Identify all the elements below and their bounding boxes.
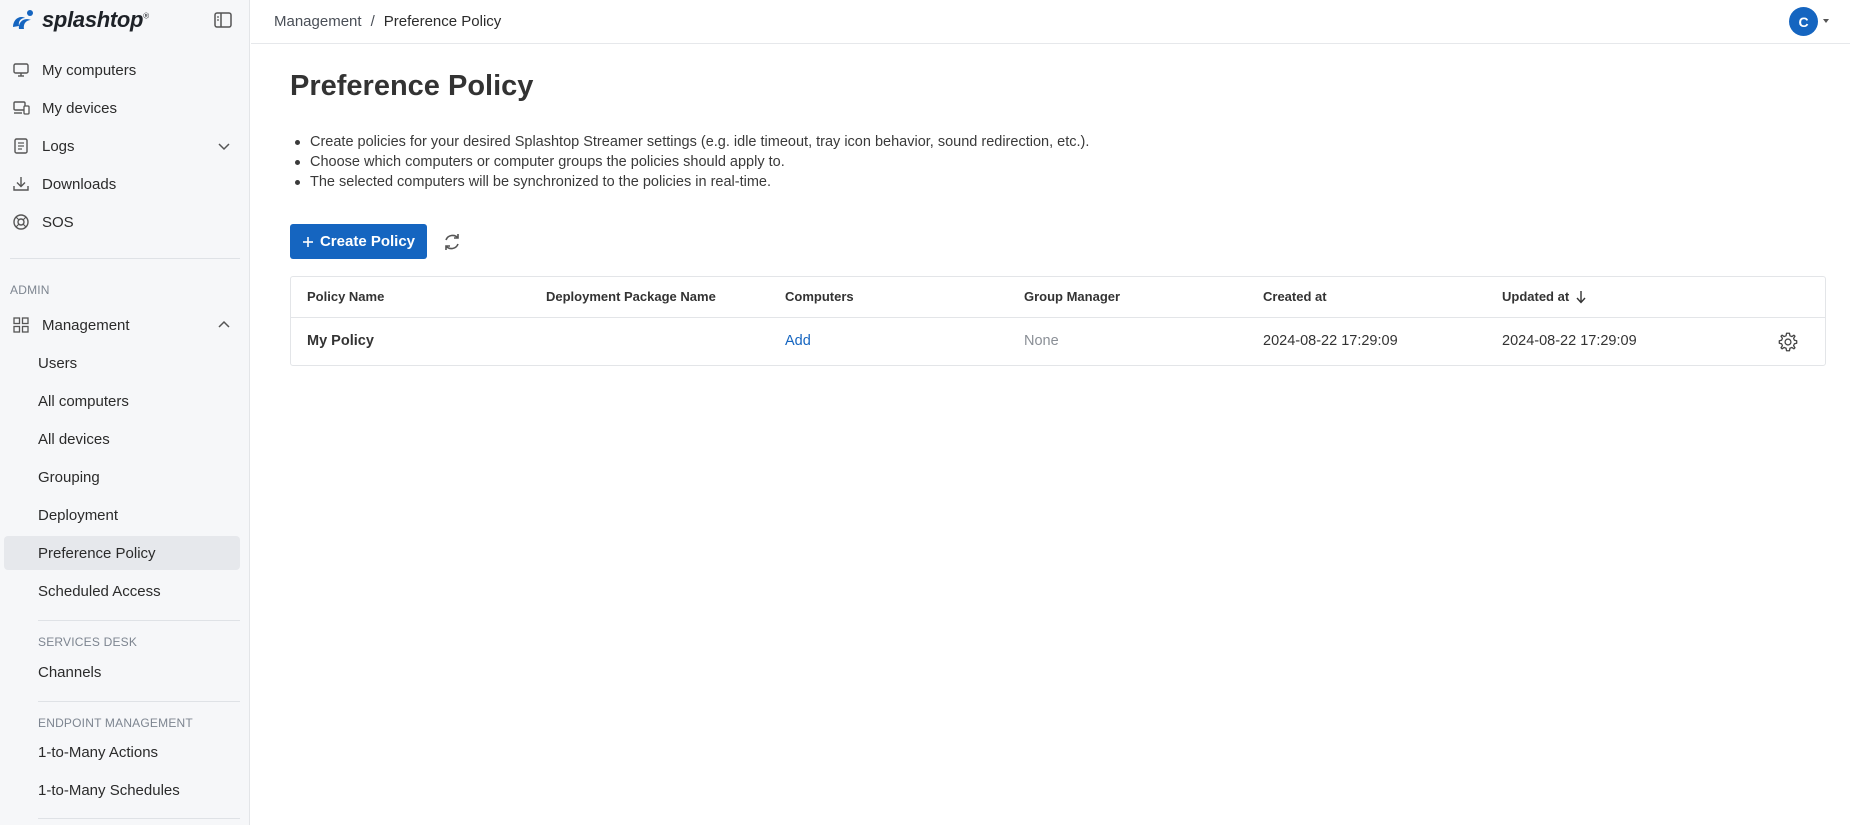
sidebar-item-label: SOS (42, 213, 74, 231)
sidebar-collapse-icon[interactable] (213, 11, 233, 29)
sidebar-item-label: My computers (42, 61, 137, 79)
grid-icon (12, 316, 30, 334)
brand-name: splashtop (42, 7, 144, 32)
sidebar-item-1-to-many-actions[interactable]: 1-to-Many Actions (4, 735, 240, 769)
breadcrumb-separator: / (370, 13, 375, 30)
sidebar-item-scheduled-access[interactable]: Scheduled Access (4, 574, 240, 608)
logs-icon (12, 137, 30, 155)
sidebar-divider (10, 258, 240, 259)
sidebar-item-downloads[interactable]: Downloads (4, 167, 240, 201)
description-item: Choose which computers or computer group… (290, 152, 1089, 172)
splashtop-logo[interactable]: splashtop® (10, 7, 149, 33)
create-policy-label: Create Policy (319, 233, 416, 250)
policy-name-cell[interactable]: My Policy (307, 333, 374, 349)
sidebar-divider (38, 620, 240, 621)
group-manager-cell: None (1024, 333, 1059, 349)
page-title: Preference Policy (290, 70, 534, 102)
services-desk-section-label: SERVICES DESK (38, 635, 138, 649)
sidebar-item-label: Downloads (42, 175, 117, 193)
breadcrumb-current: Preference Policy (383, 13, 502, 30)
sidebar-item-deployment[interactable]: Deployment (4, 498, 240, 532)
sidebar-item-all-devices[interactable]: All devices (4, 422, 240, 456)
sidebar-item-channels[interactable]: Channels (4, 655, 240, 689)
chevron-down-icon (218, 143, 230, 151)
column-header-label: Updated at (1502, 289, 1570, 304)
column-header-created-at[interactable]: Created at (1263, 289, 1327, 304)
splashtop-wordmark: splashtop® (42, 7, 149, 33)
top-bar: Management / Preference Policy C (251, 0, 1850, 44)
sort-descending-icon (1576, 290, 1586, 304)
sidebar-item-my-devices[interactable]: My devices (4, 91, 240, 125)
description-item: The selected computers will be synchroni… (290, 172, 1089, 192)
avatar[interactable]: C (1789, 7, 1818, 36)
table-row[interactable]: My Policy Add None 2024-08-22 17:29:09 2… (291, 318, 1825, 366)
devices-icon (12, 99, 30, 117)
sidebar-divider (38, 701, 240, 702)
splashtop-logo-mark (13, 10, 33, 29)
column-header-computers[interactable]: Computers (785, 289, 854, 304)
column-header-group-manager[interactable]: Group Manager (1024, 289, 1120, 304)
sidebar-item-label: My devices (42, 99, 118, 117)
column-header-updated-at[interactable]: Updated at (1502, 289, 1587, 304)
endpoint-management-section-label: ENDPOINT MANAGEMENT (38, 716, 193, 730)
column-header-label: Group Manager (1024, 289, 1121, 304)
refresh-icon[interactable] (441, 231, 463, 253)
sidebar-item-sos[interactable]: SOS (4, 205, 240, 239)
description-item: Create policies for your desired Splasht… (290, 132, 1089, 152)
updated-at-cell: 2024-08-22 17:29:09 (1502, 333, 1637, 349)
column-header-policy-name[interactable]: Policy Name (307, 289, 384, 304)
sidebar-item-preference-policy[interactable]: Preference Policy (4, 536, 240, 570)
sidebar-divider (38, 818, 240, 819)
brand-mark: ® (143, 11, 149, 21)
sidebar-item-all-computers[interactable]: All computers (4, 384, 240, 418)
sidebar-item-logs[interactable]: Logs (4, 129, 240, 163)
create-policy-button[interactable]: Create Policy (290, 224, 427, 259)
gear-icon[interactable] (1777, 331, 1799, 353)
chevron-up-icon (218, 320, 230, 328)
sidebar-item-users[interactable]: Users (4, 346, 240, 380)
sidebar-item-management[interactable]: Management (4, 308, 240, 342)
admin-section-label: ADMIN (10, 283, 50, 297)
sidebar-item-label: Logs (42, 137, 75, 155)
sidebar-item-grouping[interactable]: Grouping (4, 460, 240, 494)
sos-icon (12, 213, 30, 231)
sidebar: splashtop® My computers My devices Logs … (0, 0, 250, 825)
monitor-icon (12, 61, 30, 79)
add-computers-link[interactable]: Add (785, 333, 811, 349)
plus-icon (302, 236, 313, 247)
created-at-cell: 2024-08-22 17:29:09 (1263, 333, 1398, 349)
policy-table: Policy Name Deployment Package Name Comp… (290, 276, 1826, 366)
logo-row: splashtop® (0, 0, 249, 40)
description-list: Create policies for your desired Splasht… (290, 132, 1089, 192)
sidebar-item-label: Management (42, 316, 130, 334)
column-header-deployment-package[interactable]: Deployment Package Name (546, 289, 716, 304)
breadcrumb-management[interactable]: Management (274, 13, 362, 30)
breadcrumb: Management / Preference Policy (274, 13, 501, 30)
column-header-label: Computers (785, 289, 854, 304)
table-header: Policy Name Deployment Package Name Comp… (291, 277, 1825, 318)
download-icon (12, 175, 30, 193)
column-header-label: Deployment Package Name (546, 289, 716, 304)
column-header-label: Created at (1263, 289, 1327, 304)
sidebar-item-my-computers[interactable]: My computers (4, 53, 240, 87)
column-header-label: Policy Name (307, 289, 385, 304)
caret-down-icon[interactable] (1821, 17, 1831, 25)
sidebar-item-1-to-many-schedules[interactable]: 1-to-Many Schedules (4, 773, 240, 807)
